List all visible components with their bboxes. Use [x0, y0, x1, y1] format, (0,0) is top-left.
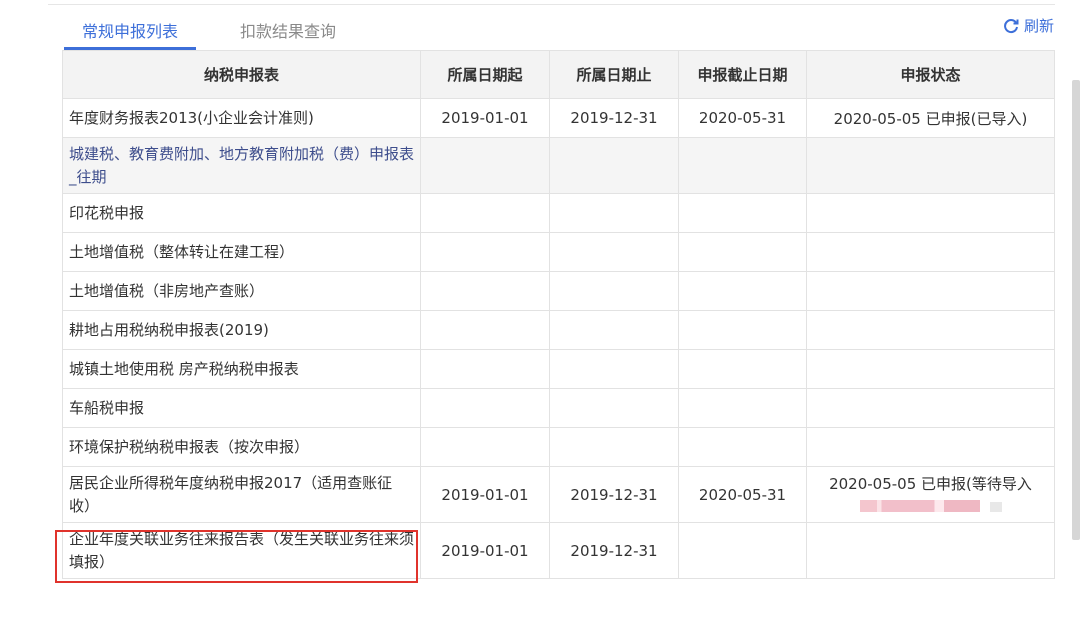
- status: [806, 522, 1055, 579]
- status: [806, 388, 1055, 428]
- table-row[interactable]: 年度财务报表2013(小企业会计准则) 2019-01-01 2019-12-3…: [62, 98, 1055, 138]
- period-start: 2019-01-01: [420, 522, 550, 579]
- period-end: [549, 232, 679, 272]
- period-start: [420, 271, 550, 311]
- header-status: 申报状态: [806, 50, 1055, 99]
- table-row[interactable]: 城建税、教育费附加、地方教育附加税（费）申报表_往期: [62, 137, 1055, 194]
- period-end: [549, 137, 679, 194]
- period-end: [549, 388, 679, 428]
- period-end: [549, 310, 679, 350]
- period-end: 2019-12-31: [549, 522, 679, 579]
- table-row[interactable]: 环境保护税纳税申报表（按次申报）: [62, 427, 1055, 467]
- period-start: [420, 310, 550, 350]
- period-start: [420, 427, 550, 467]
- form-name[interactable]: 车船税申报: [62, 388, 421, 428]
- refresh-label: 刷新: [1023, 17, 1054, 35]
- deadline: [678, 137, 807, 194]
- deadline: [678, 310, 807, 350]
- table-header-row: 纳税申报表 所属日期起 所属日期止 申报截止日期 申报状态: [62, 50, 1055, 99]
- table-row[interactable]: 耕地占用税纳税申报表(2019): [62, 310, 1055, 350]
- status: 2020-05-05 已申报(已导入): [806, 98, 1055, 138]
- form-name[interactable]: 企业年度关联业务往来报告表（发生关联业务往来须填报）: [62, 522, 421, 579]
- period-start: [420, 232, 550, 272]
- status: 2020-05-05 已申报(等待导入: [829, 474, 1032, 493]
- status: [806, 271, 1055, 311]
- table-row[interactable]: 土地增值税（整体转让在建工程）: [62, 232, 1055, 272]
- form-name[interactable]: 城镇土地使用税 房产税纳税申报表: [62, 349, 421, 389]
- deadline: [678, 522, 807, 579]
- header-period-end: 所属日期止: [549, 50, 679, 99]
- form-name[interactable]: 土地增值税（非房地产查账）: [62, 271, 421, 311]
- deadline: [678, 193, 807, 233]
- table-row[interactable]: 城镇土地使用税 房产税纳税申报表: [62, 349, 1055, 389]
- form-name[interactable]: 耕地占用税纳税申报表(2019): [62, 310, 421, 350]
- scrollbar[interactable]: [1072, 80, 1080, 540]
- period-start: [420, 137, 550, 194]
- header-period-start: 所属日期起: [420, 50, 550, 99]
- period-end: [549, 427, 679, 467]
- period-start: [420, 193, 550, 233]
- period-start: 2019-01-01: [420, 466, 550, 523]
- header-deadline: 申报截止日期: [678, 50, 807, 99]
- deadline: [678, 388, 807, 428]
- table-row[interactable]: 土地增值税（非房地产查账）: [62, 271, 1055, 311]
- period-start: 2019-01-01: [420, 98, 550, 138]
- form-name[interactable]: 印花税申报: [62, 193, 421, 233]
- deadline: 2020-05-31: [678, 98, 807, 138]
- period-start: [420, 349, 550, 389]
- status-cell: 2020-05-05 已申报(等待导入: [806, 466, 1055, 523]
- tab-regular-declaration-list[interactable]: 常规申报列表: [64, 14, 197, 50]
- form-name[interactable]: 环境保护税纳税申报表（按次申报）: [62, 427, 421, 467]
- deadline: [678, 271, 807, 311]
- form-name[interactable]: 城建税、教育费附加、地方教育附加税（费）申报表_往期: [62, 137, 421, 194]
- status: [806, 137, 1055, 194]
- form-name[interactable]: 土地增值税（整体转让在建工程）: [62, 232, 421, 272]
- period-end: 2019-12-31: [549, 98, 679, 138]
- table-row[interactable]: 车船税申报: [62, 388, 1055, 428]
- status: [806, 232, 1055, 272]
- deadline: [678, 427, 807, 467]
- period-end: [549, 349, 679, 389]
- status: [806, 310, 1055, 350]
- table-row[interactable]: 企业年度关联业务往来报告表（发生关联业务往来须填报） 2019-01-01 20…: [62, 522, 1055, 579]
- status: [806, 427, 1055, 467]
- table-row[interactable]: 居民企业所得税年度纳税申报2017（适用查账征收） 2019-01-01 201…: [62, 466, 1055, 523]
- table-row[interactable]: 印花税申报: [62, 193, 1055, 233]
- status: [806, 349, 1055, 389]
- period-end: [549, 271, 679, 311]
- form-name[interactable]: 居民企业所得税年度纳税申报2017（适用查账征收）: [62, 466, 421, 523]
- period-end: [549, 193, 679, 233]
- refresh-button[interactable]: 刷新: [1002, 15, 1054, 36]
- refresh-icon: [1002, 17, 1020, 35]
- declaration-table: 纳税申报表 所属日期起 所属日期止 申报截止日期 申报状态 年度财务报表2013…: [62, 50, 1055, 579]
- period-start: [420, 388, 550, 428]
- deadline: 2020-05-31: [678, 466, 807, 523]
- header-tax-form: 纳税申报表: [62, 50, 421, 99]
- form-name[interactable]: 年度财务报表2013(小企业会计准则): [62, 98, 421, 138]
- tab-bar: 常规申报列表 扣款结果查询: [64, 14, 354, 50]
- deadline: [678, 349, 807, 389]
- status: [806, 193, 1055, 233]
- period-end: 2019-12-31: [549, 466, 679, 523]
- redacted-text: [813, 494, 1048, 516]
- deadline: [678, 232, 807, 272]
- top-divider: [48, 4, 1055, 5]
- tab-deduction-result-query[interactable]: 扣款结果查询: [222, 14, 354, 50]
